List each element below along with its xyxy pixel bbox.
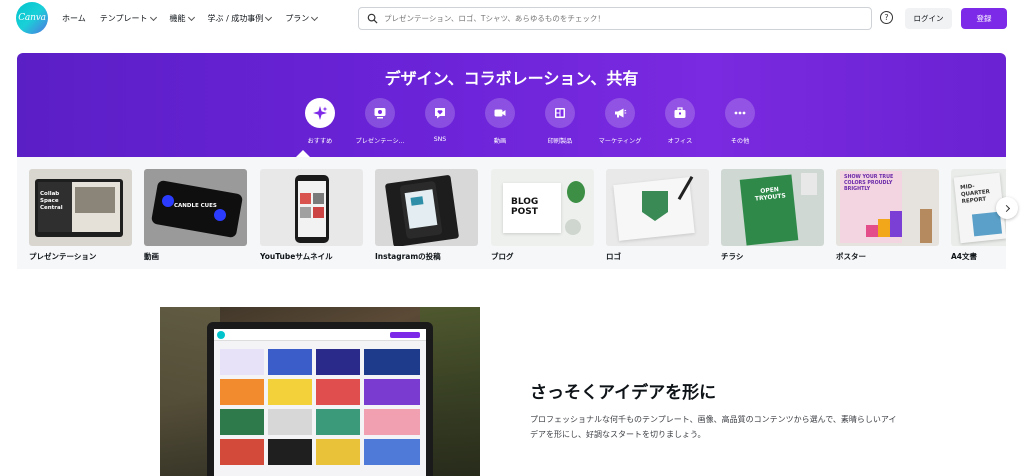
category-presentation[interactable]: プレゼンテーシ... bbox=[350, 98, 410, 145]
nav-item-templates[interactable]: テンプレート bbox=[100, 13, 157, 24]
category-marketing[interactable]: マーケティング bbox=[590, 98, 650, 145]
signup-button[interactable]: 登録 bbox=[961, 8, 1007, 29]
canva-logo[interactable]: Canva bbox=[16, 2, 48, 34]
category-video[interactable]: 動画 bbox=[470, 98, 530, 145]
template-label: ブログ bbox=[491, 252, 514, 261]
hero-title: デザイン、コラボレーション、共有 bbox=[384, 69, 639, 88]
template-card-a4-document[interactable]: MID-QUARTER REPORT A4文書 bbox=[951, 169, 1006, 262]
chevron-right-icon bbox=[1002, 204, 1010, 212]
category-bar: おすすめ プレゼンテーシ... SNS 動画 印刷製品 マーケティング オフィス bbox=[287, 98, 767, 158]
category-sns[interactable]: SNS bbox=[410, 98, 470, 143]
search-bar[interactable] bbox=[358, 7, 872, 30]
sparkle-icon bbox=[313, 106, 328, 120]
heart-chat-icon bbox=[435, 108, 445, 119]
help-icon[interactable]: ? bbox=[880, 11, 893, 24]
feature-title: さっそくアイデアを形に bbox=[530, 383, 717, 403]
template-thumbnail bbox=[260, 169, 363, 246]
nav-item-learn[interactable]: 学ぶ / 成功事例 bbox=[208, 13, 273, 24]
template-label: YouTubeサムネイル bbox=[260, 252, 333, 261]
template-card-poster[interactable]: SHOW YOUR TRUE COLORS PROUDLY BRIGHTLY ポ… bbox=[836, 169, 939, 262]
template-label: チラシ bbox=[721, 252, 744, 261]
template-card-blog[interactable]: BLOG POST ブログ bbox=[491, 169, 594, 262]
nav-item-plans[interactable]: プラン bbox=[285, 13, 319, 24]
template-label: ポスター bbox=[836, 252, 866, 261]
template-card-flyer[interactable]: OPEN TRYOUTS チラシ bbox=[721, 169, 824, 262]
template-thumbnail bbox=[375, 169, 478, 246]
chevron-down-icon bbox=[149, 13, 157, 21]
template-card-youtube-thumbnail[interactable]: YouTubeサムネイル bbox=[260, 169, 363, 262]
login-button[interactable]: ログイン bbox=[905, 8, 952, 29]
nav-item-features[interactable]: 機能 bbox=[170, 13, 195, 24]
laptop-screen bbox=[207, 322, 433, 476]
more-icon bbox=[734, 111, 746, 115]
category-more[interactable]: その他 bbox=[710, 98, 770, 145]
template-card-presentation[interactable]: Collab Space Central プレゼンテーション bbox=[29, 169, 132, 262]
template-thumbnail: CANDLE CUES bbox=[144, 169, 247, 246]
category-print[interactable]: 印刷製品 bbox=[530, 98, 590, 145]
template-thumbnail: SHOW YOUR TRUE COLORS PROUDLY BRIGHTLY bbox=[836, 169, 939, 246]
video-camera-icon bbox=[494, 109, 506, 117]
presentation-icon bbox=[374, 108, 386, 119]
briefcase-icon bbox=[674, 107, 686, 118]
chevron-down-icon bbox=[187, 13, 195, 21]
print-products-icon bbox=[555, 108, 565, 118]
feature-description: プロフェッショナルな何千ものテンプレート、画像、高品質のコンテンツから選んで、素… bbox=[530, 415, 897, 439]
category-recommended[interactable]: おすすめ bbox=[290, 98, 350, 145]
category-office[interactable]: オフィス bbox=[650, 98, 710, 145]
template-label: プレゼンテーション bbox=[29, 252, 97, 261]
template-thumbnail bbox=[606, 169, 709, 246]
hero-banner: デザイン、コラボレーション、共有 おすすめ プレゼンテーシ... SNS 動画 … bbox=[17, 53, 1006, 157]
template-thumbnail: OPEN TRYOUTS bbox=[721, 169, 824, 246]
megaphone-icon bbox=[615, 108, 627, 118]
template-label: Instagramの投稿 bbox=[375, 252, 441, 261]
template-thumbnail: Collab Space Central bbox=[29, 169, 132, 246]
nav-item-home[interactable]: ホーム bbox=[62, 13, 86, 24]
top-navigation: Canva ホーム テンプレート 機能 学ぶ / 成功事例 プラン ? ログイン… bbox=[0, 0, 1024, 37]
template-card-instagram-post[interactable]: Instagramの投稿 bbox=[375, 169, 478, 262]
template-thumbnail: BLOG POST bbox=[491, 169, 594, 246]
template-label: ロゴ bbox=[606, 252, 621, 261]
chevron-down-icon bbox=[265, 13, 273, 21]
template-carousel: Collab Space Central プレゼンテーション CANDLE CU… bbox=[17, 157, 1006, 269]
logo-text: Canva bbox=[18, 13, 46, 23]
template-label: A4文書 bbox=[951, 252, 978, 261]
main-menu: ホーム テンプレート 機能 学ぶ / 成功事例 プラン bbox=[62, 0, 331, 37]
active-category-indicator bbox=[296, 150, 310, 157]
template-card-video[interactable]: CANDLE CUES 動画 bbox=[144, 169, 247, 262]
search-icon bbox=[367, 13, 378, 24]
template-card-logo[interactable]: ロゴ bbox=[606, 169, 709, 262]
template-label: 動画 bbox=[144, 252, 159, 261]
feature-laptop-image bbox=[160, 307, 480, 476]
carousel-next-button[interactable] bbox=[996, 197, 1018, 219]
search-input[interactable] bbox=[384, 14, 864, 23]
chevron-down-icon bbox=[311, 13, 319, 21]
